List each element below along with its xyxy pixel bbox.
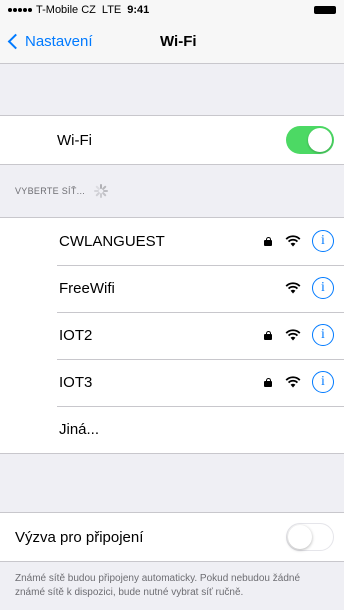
network-name: FreeWifi (59, 280, 115, 297)
network-name: CWLANGUEST (59, 233, 165, 250)
network-type: LTE (101, 4, 122, 16)
networks-header-label: VYBERTE SÍŤ... (15, 186, 86, 196)
network-info-button[interactable]: i (312, 324, 334, 346)
wifi-signal-icon (285, 376, 301, 388)
wifi-signal-icon (285, 282, 301, 294)
wifi-label: Wi-Fi (57, 131, 92, 149)
back-button-label: Nastavení (25, 33, 93, 50)
other-network-label: Jiná... (59, 421, 100, 438)
ask-to-join-toggle[interactable] (286, 523, 334, 551)
network-info-button[interactable]: i (312, 277, 334, 299)
carrier-name: T-Mobile CZ (36, 4, 96, 16)
toggle-knob (288, 525, 312, 549)
loading-spinner-icon (93, 183, 109, 199)
battery-icon (314, 6, 336, 14)
network-row-cwlanguest[interactable]: CWLANGUEST i (0, 218, 344, 265)
navigation-bar: Nastavení Wi-Fi (0, 20, 344, 64)
network-list: CWLANGUEST i FreeWifi i IOT2 i IOT3 i Ji… (0, 217, 344, 454)
network-info-button[interactable]: i (312, 230, 334, 252)
status-bar: T-Mobile CZ LTE 9:41 (0, 0, 344, 20)
wifi-signal-icon (285, 235, 301, 247)
network-name: IOT3 (59, 374, 93, 391)
network-info-button[interactable]: i (312, 371, 334, 393)
networks-section-header: VYBERTE SÍŤ... (0, 165, 344, 217)
network-row-iot3[interactable]: IOT3 i (0, 359, 344, 406)
wifi-signal-icon (285, 329, 301, 341)
network-row-freewifi[interactable]: FreeWifi i (0, 265, 344, 312)
back-button[interactable]: Nastavení (0, 33, 93, 50)
ask-to-join-row: Výzva pro připojení (0, 512, 344, 562)
page-title: Wi-Fi (160, 33, 197, 50)
footer-note: Známé sítě budou připojeny automaticky. … (15, 573, 300, 598)
lock-icon (264, 237, 272, 246)
chevron-left-icon (7, 33, 24, 50)
other-network-row[interactable]: Jiná... (0, 406, 344, 453)
wifi-toggle-row: Wi-Fi (0, 115, 344, 165)
lock-icon (264, 378, 272, 387)
status-time: 9:41 (127, 4, 150, 16)
toggle-knob (308, 128, 332, 152)
ask-to-join-label: Výzva pro připojení (15, 528, 144, 546)
wifi-toggle[interactable] (286, 126, 334, 154)
network-name: IOT2 (59, 327, 93, 344)
network-row-iot2[interactable]: IOT2 i (0, 312, 344, 359)
signal-strength-icon (8, 8, 32, 12)
lock-icon (264, 331, 272, 340)
